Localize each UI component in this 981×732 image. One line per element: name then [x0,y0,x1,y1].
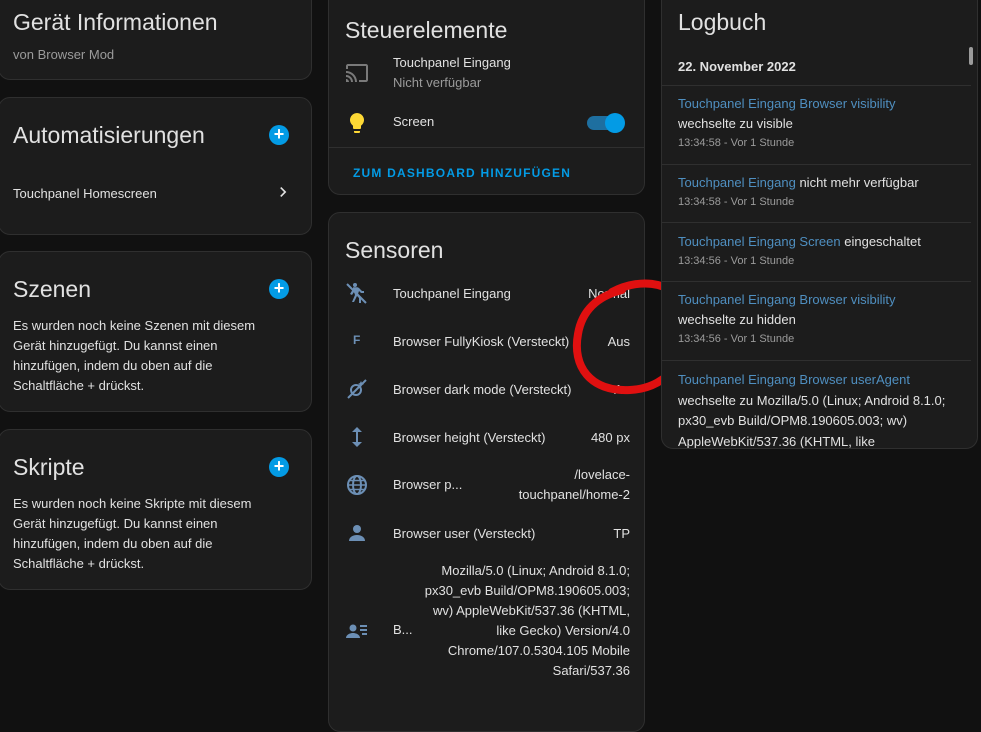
fully-kiosk-icon: F [353,333,361,347]
control-touchpanel-state: Nicht verfügbar [393,75,482,90]
automations-title: Automatisierungen [13,122,205,148]
logbook-message: wechselte zu visible [678,116,793,131]
logbook-time: 13:34:58 - Vor 1 Stunde [678,137,795,149]
theme-light-dark-icon [347,379,367,399]
sensor-value: 480 px [590,430,630,445]
logbook-entry: Touchpanel Eingang nicht mehr verfügbar … [678,173,965,211]
add-scene-button[interactable]: + [269,279,289,299]
sensors-card: Sensoren Touchpanel Eingang Normal F Bro… [328,212,645,732]
chevron-right-icon [280,187,287,197]
controls-card: Steuerelemente Touchpanel Eingang Nicht … [328,0,645,195]
scenes-title: Szenen [13,276,92,302]
logbook-message: wechselte zu hidden [678,312,796,327]
web-icon [347,475,367,495]
sensor-label: Touchpanel Eingang [393,286,511,301]
sensor-label: B... [393,622,413,637]
automation-item-label: Touchpanel Homescreen [13,186,157,201]
sensor-label: Browser height (Versteckt) [393,430,546,445]
lightbulb-icon [350,113,364,133]
scripts-card: Skripte + Es wurden noch keine Skripte m… [0,429,312,590]
motion-sensor-off-icon [346,283,367,304]
logbook-entity-link[interactable]: Touchpanel Eingang Screen [678,234,841,249]
sensors-title: Sensoren [345,237,444,263]
sensor-row[interactable]: Browser user (Versteckt) TP [329,519,644,547]
control-touchpanel-row[interactable]: Touchpanel Eingang Nicht verfügbar [329,51,644,97]
logbook-title: Logbuch [678,9,767,35]
add-automation-button[interactable]: + [269,125,289,145]
sensor-value: Mozilla/5.0 (Linux; Android 8.1.0; px30_… [424,563,630,678]
cast-icon [346,64,368,82]
account-icon [349,525,365,541]
automation-item[interactable]: Touchpanel Homescreen [0,176,311,212]
add-to-dashboard-button[interactable]: ZUM DASHBOARD HINZUFÜGEN [353,166,571,180]
device-info-title: Gerät Informationen [13,9,218,35]
control-touchpanel-label: Touchpanel Eingang [393,55,511,70]
logbook-entry: Touchpanel Eingang Browser visibility we… [678,290,965,348]
logbook-time: 13:34:58 - Vor 1 Stunde [678,196,795,208]
controls-title: Steuerelemente [345,17,508,43]
sensor-row[interactable]: F Browser FullyKiosk (Versteckt) Aus [329,327,644,355]
device-info-card: Gerät Informationen von Browser Mod [0,0,312,80]
logbook-date: 22. November 2022 [678,59,796,74]
sensor-row[interactable]: Browser p... /lovelace-touchpanel/home-2 [329,463,644,507]
logbook-time: 13:34:56 - Vor 1 Stunde [678,255,795,267]
sensor-row[interactable]: B... Mozilla/5.0 (Linux; Android 8.1.0; … [329,559,644,699]
logbook-entity-link[interactable]: Touchpanel Eingang Browser userAgent [678,372,910,387]
control-screen-label: Screen [393,114,435,129]
control-screen-row: Screen [329,105,644,141]
logbook-message: wechselte zu Mozilla/5.0 (Linux; Android… [678,392,946,449]
automations-card: Automatisierungen + Touchpanel Homescree… [0,97,312,235]
logbook-entry: Touchpanel Eingang Screen eingeschaltet … [678,232,965,270]
sensor-row[interactable]: Browser dark mode (Versteckt) An [329,375,644,403]
logbook-card: Logbuch 22. November 2022 Touchpanel Ein… [661,0,978,449]
sensor-value: Normal [588,286,630,301]
sensor-row[interactable]: Touchpanel Eingang Normal [329,279,644,307]
sensor-value: Aus [607,334,630,349]
sensor-label: Browser user (Versteckt) [393,526,536,541]
scenes-card: Szenen + Es wurden noch keine Szenen mit… [0,251,312,412]
logbook-entity-link[interactable]: Touchpanel Eingang [678,175,796,190]
sensor-label: Browser FullyKiosk (Versteckt) [393,334,570,349]
logbook-message: nicht mehr verfügbar [799,175,919,190]
logbook-message: eingeschaltet [844,234,921,249]
logbook-time: 13:34:56 - Vor 1 Stunde [678,333,795,345]
sensor-row[interactable]: Browser height (Versteckt) 480 px [329,423,644,451]
logbook-entity-link[interactable]: Touchpanel Eingang Browser visibility [678,96,896,111]
sensor-value: TP [613,526,630,541]
device-info-subtitle: von Browser Mod [13,47,115,62]
arrow-vertical-icon [352,427,362,447]
scripts-title: Skripte [13,454,85,480]
logbook-entry: Touchpanel Eingang Browser visibility we… [678,94,965,152]
sensor-value: /lovelace-touchpanel/home-2 [518,467,630,502]
logbook-entry: Touchpanel Eingang Browser userAgent wec… [678,370,965,449]
sensor-label: Browser p... [393,477,463,492]
scenes-empty-text: Es wurden noch keine Szenen mit diesem G… [13,318,256,393]
sensor-value: An [614,382,630,397]
screen-toggle[interactable] [587,111,627,135]
sensor-label: Browser dark mode (Versteckt) [393,382,572,397]
controls-divider [329,147,644,148]
scripts-empty-text: Es wurden noch keine Skripte mit diesem … [13,496,252,571]
account-details-icon [346,624,367,638]
logbook-scrollbar[interactable] [969,47,973,65]
logbook-entity-link[interactable]: Touchpanel Eingang Browser visibility [678,292,896,307]
add-script-button[interactable]: + [269,457,289,477]
